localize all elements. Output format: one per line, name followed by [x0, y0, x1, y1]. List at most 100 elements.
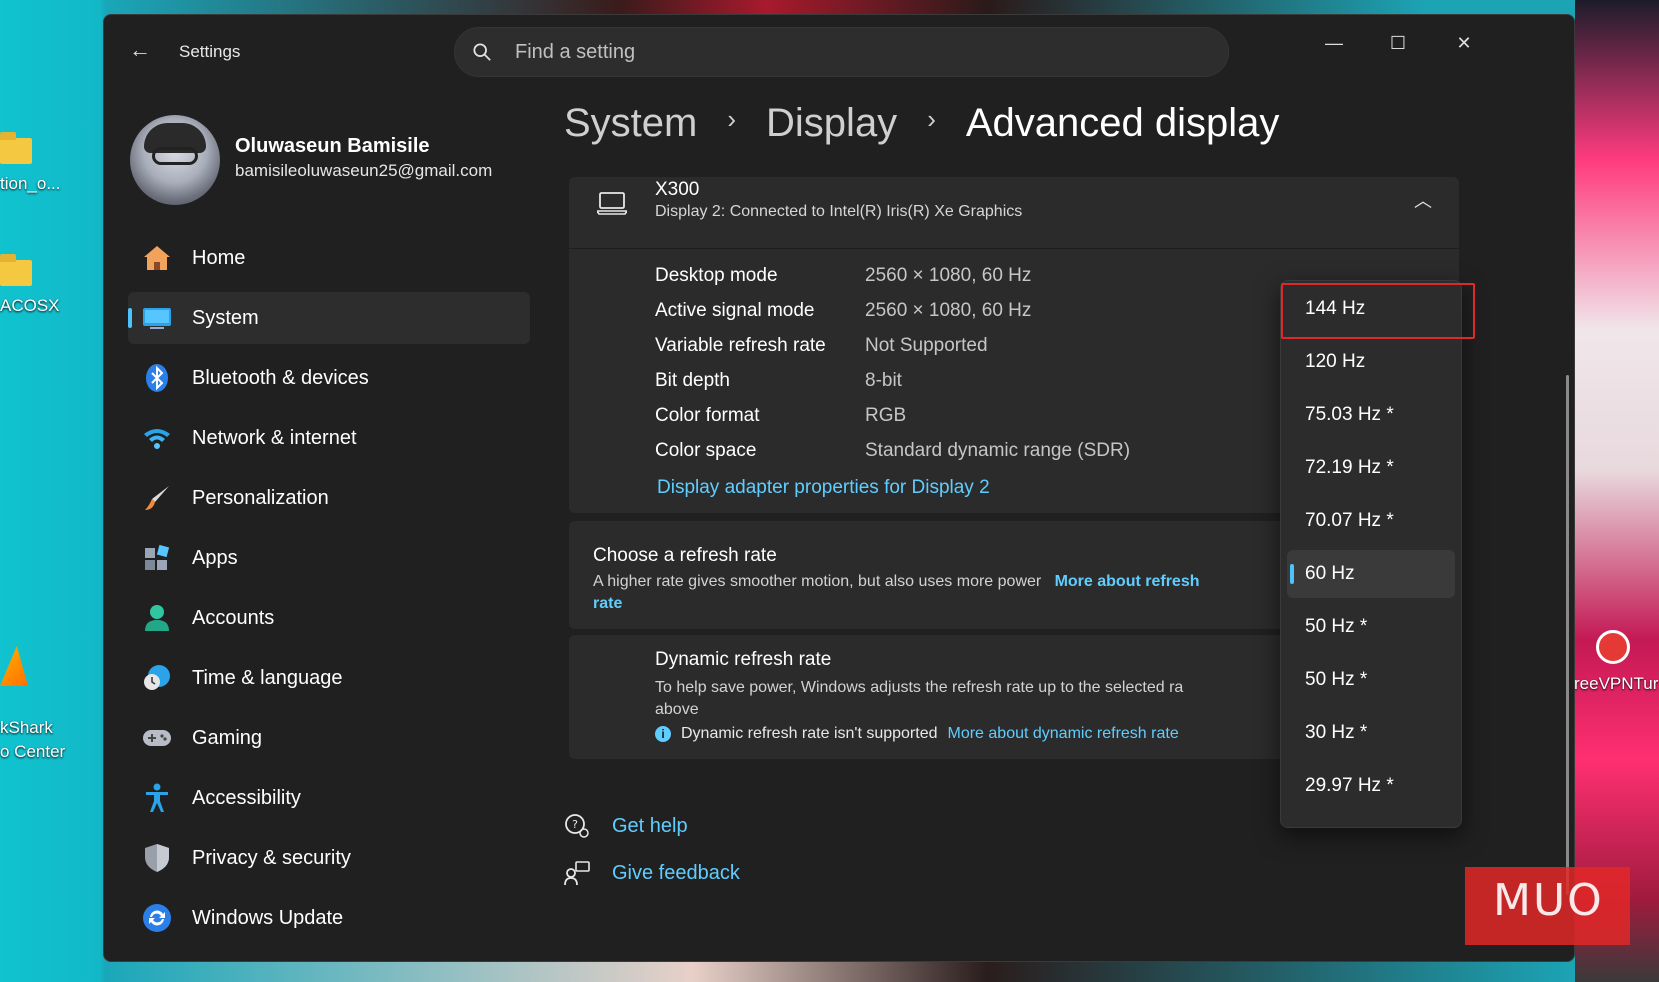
refresh-option-75[interactable]: 75.03 Hz * — [1287, 391, 1455, 439]
sidebar-item-label: Apps — [192, 546, 238, 569]
refresh-option-70[interactable]: 70.07 Hz * — [1287, 497, 1455, 545]
update-icon — [142, 903, 172, 933]
refresh-option-144[interactable]: 144 Hz — [1281, 283, 1475, 339]
sidebar-item-label: Privacy & security — [192, 846, 351, 869]
info-label-desktop-mode: Desktop mode — [655, 265, 778, 286]
refresh-option-72[interactable]: 72.19 Hz * — [1287, 444, 1455, 492]
sidebar-item-label: Bluetooth & devices — [192, 366, 369, 389]
maximize-icon: ☐ — [1389, 33, 1407, 53]
minimize-icon: — — [1325, 33, 1343, 53]
title-bar: ← Settings — ☐ ✕ — [104, 15, 1574, 87]
dynamic-refresh-note-text: Dynamic refresh rate isn't supported — [681, 725, 938, 742]
refresh-option-label: 120 Hz — [1305, 351, 1366, 372]
sidebar-item-accounts[interactable]: Accounts — [128, 592, 530, 644]
gamepad-icon — [142, 723, 172, 753]
sidebar-item-label: Accounts — [192, 606, 275, 629]
refresh-option-50-b[interactable]: 50 Hz * — [1287, 656, 1455, 704]
clock-globe-icon — [142, 663, 172, 693]
display-name: X300 — [655, 179, 700, 200]
back-button[interactable]: ← — [124, 37, 156, 65]
chevron-up-icon[interactable]: ︿ — [1411, 189, 1435, 213]
give-feedback-link[interactable]: Give feedback — [564, 860, 740, 886]
desktop-icon-label: reeVPNTur — [1574, 674, 1659, 693]
info-label-active-signal: Active signal mode — [655, 300, 815, 321]
breadcrumb-separator-icon: › — [927, 104, 936, 134]
sidebar-item-home[interactable]: Home — [128, 232, 530, 284]
refresh-option-label: 30 Hz * — [1305, 722, 1368, 743]
info-value-bit-depth: 8-bit — [865, 370, 902, 391]
bluetooth-icon — [142, 363, 172, 393]
refresh-option-120[interactable]: 120 Hz — [1287, 338, 1455, 386]
sidebar-item-time-language[interactable]: Time & language — [128, 652, 530, 704]
system-icon — [142, 303, 172, 333]
give-feedback-label: Give feedback — [612, 861, 740, 884]
display-card-header[interactable]: X300 Display 2: Connected to Intel(R) Ir… — [569, 177, 1459, 249]
sidebar-item-label: Time & language — [192, 666, 343, 689]
sidebar-item-label: Gaming — [192, 726, 263, 749]
desktop-icon-folder-1[interactable]: tion_o... — [0, 132, 80, 196]
vpn-app-icon — [1596, 630, 1630, 664]
get-help-link[interactable]: ? Get help — [564, 813, 688, 839]
desktop-icon-wireshark[interactable]: kShark o Center — [0, 622, 80, 764]
page-title: Advanced display — [965, 101, 1280, 145]
display-adapter-properties-link[interactable]: Display adapter properties for Display 2 — [657, 477, 990, 499]
user-name: Oluwaseun Bamisile — [235, 135, 430, 157]
refresh-option-29-97[interactable]: 29.97 Hz * — [1287, 762, 1455, 810]
sidebar-item-bluetooth[interactable]: Bluetooth & devices — [128, 352, 530, 404]
refresh-rate-dropdown: 144 Hz 120 Hz 75.03 Hz * 72.19 Hz * 70.0… — [1280, 280, 1475, 828]
sidebar-item-windows-update[interactable]: Windows Update — [128, 892, 530, 944]
laptop-icon — [597, 192, 627, 215]
wifi-icon — [142, 423, 172, 453]
breadcrumb: System › Display › Advanced display — [564, 101, 1279, 146]
sidebar-item-gaming[interactable]: Gaming — [128, 712, 530, 764]
refresh-option-50-a[interactable]: 50 Hz * — [1287, 603, 1455, 651]
sidebar-item-privacy[interactable]: Privacy & security — [128, 832, 530, 884]
maximize-button[interactable]: ☐ — [1368, 23, 1428, 63]
sidebar-item-system[interactable]: System — [128, 292, 530, 344]
desktop-icon-label: ACOSX — [0, 296, 60, 315]
feedback-icon — [564, 861, 590, 886]
desktop-icon-vpn[interactable]: reeVPNTur — [1574, 630, 1659, 696]
desktop-wallpaper-right — [1575, 0, 1659, 982]
refresh-rate-desc-text: A higher rate gives smoother motion, but… — [593, 573, 1042, 590]
sidebar-item-network[interactable]: Network & internet — [128, 412, 530, 464]
apps-icon — [142, 543, 172, 573]
folder-icon — [0, 132, 32, 164]
sidebar-item-personalization[interactable]: Personalization — [128, 472, 530, 524]
sidebar-item-accessibility[interactable]: Accessibility — [128, 772, 530, 824]
info-label-vrr: Variable refresh rate — [655, 335, 826, 356]
sidebar-item-label: Network & internet — [192, 426, 357, 449]
desktop-icon-folder-2[interactable]: ACOSX — [0, 254, 80, 318]
scrollbar[interactable] — [1566, 375, 1569, 895]
folder-icon — [0, 254, 32, 286]
breadcrumb-display[interactable]: Display — [766, 101, 897, 146]
minimize-button[interactable]: — — [1304, 23, 1364, 63]
search-box[interactable] — [454, 27, 1229, 77]
info-icon: i — [655, 726, 671, 742]
info-value-desktop-mode: 2560 × 1080, 60 Hz — [865, 265, 1032, 286]
avatar[interactable] — [130, 115, 220, 205]
dynamic-refresh-description: To help save power, Windows adjusts the … — [655, 677, 1235, 721]
info-value-vrr: Not Supported — [865, 335, 988, 356]
sidebar-item-label: Home — [192, 246, 246, 269]
shark-fin-icon — [0, 646, 28, 686]
search-input[interactable] — [515, 28, 1205, 76]
sidebar-item-label: Windows Update — [192, 906, 344, 929]
home-icon — [142, 243, 172, 273]
user-email: bamisileoluwaseun25@gmail.com — [235, 161, 493, 180]
display-subtitle: Display 2: Connected to Intel(R) Iris(R)… — [655, 203, 1023, 220]
more-about-dynamic-refresh-link[interactable]: More about dynamic refresh rate — [948, 725, 1179, 743]
refresh-option-label: 29.97 Hz * — [1305, 775, 1394, 796]
close-button[interactable]: ✕ — [1434, 23, 1494, 63]
sidebar-item-apps[interactable]: Apps — [128, 532, 530, 584]
refresh-option-label: 70.07 Hz * — [1305, 510, 1394, 531]
refresh-option-30[interactable]: 30 Hz * — [1287, 709, 1455, 757]
info-label-color-format: Color format — [655, 405, 760, 426]
info-label-color-space: Color space — [655, 440, 757, 461]
refresh-rate-description: A higher rate gives smoother motion, but… — [593, 571, 1213, 615]
refresh-option-60[interactable]: 60 Hz — [1287, 550, 1455, 598]
refresh-option-label: 75.03 Hz * — [1305, 404, 1394, 425]
sidebar-nav: Home System Bluetooth & devices Network … — [128, 232, 530, 952]
back-arrow-icon: ← — [129, 37, 151, 62]
breadcrumb-system[interactable]: System — [564, 101, 697, 146]
